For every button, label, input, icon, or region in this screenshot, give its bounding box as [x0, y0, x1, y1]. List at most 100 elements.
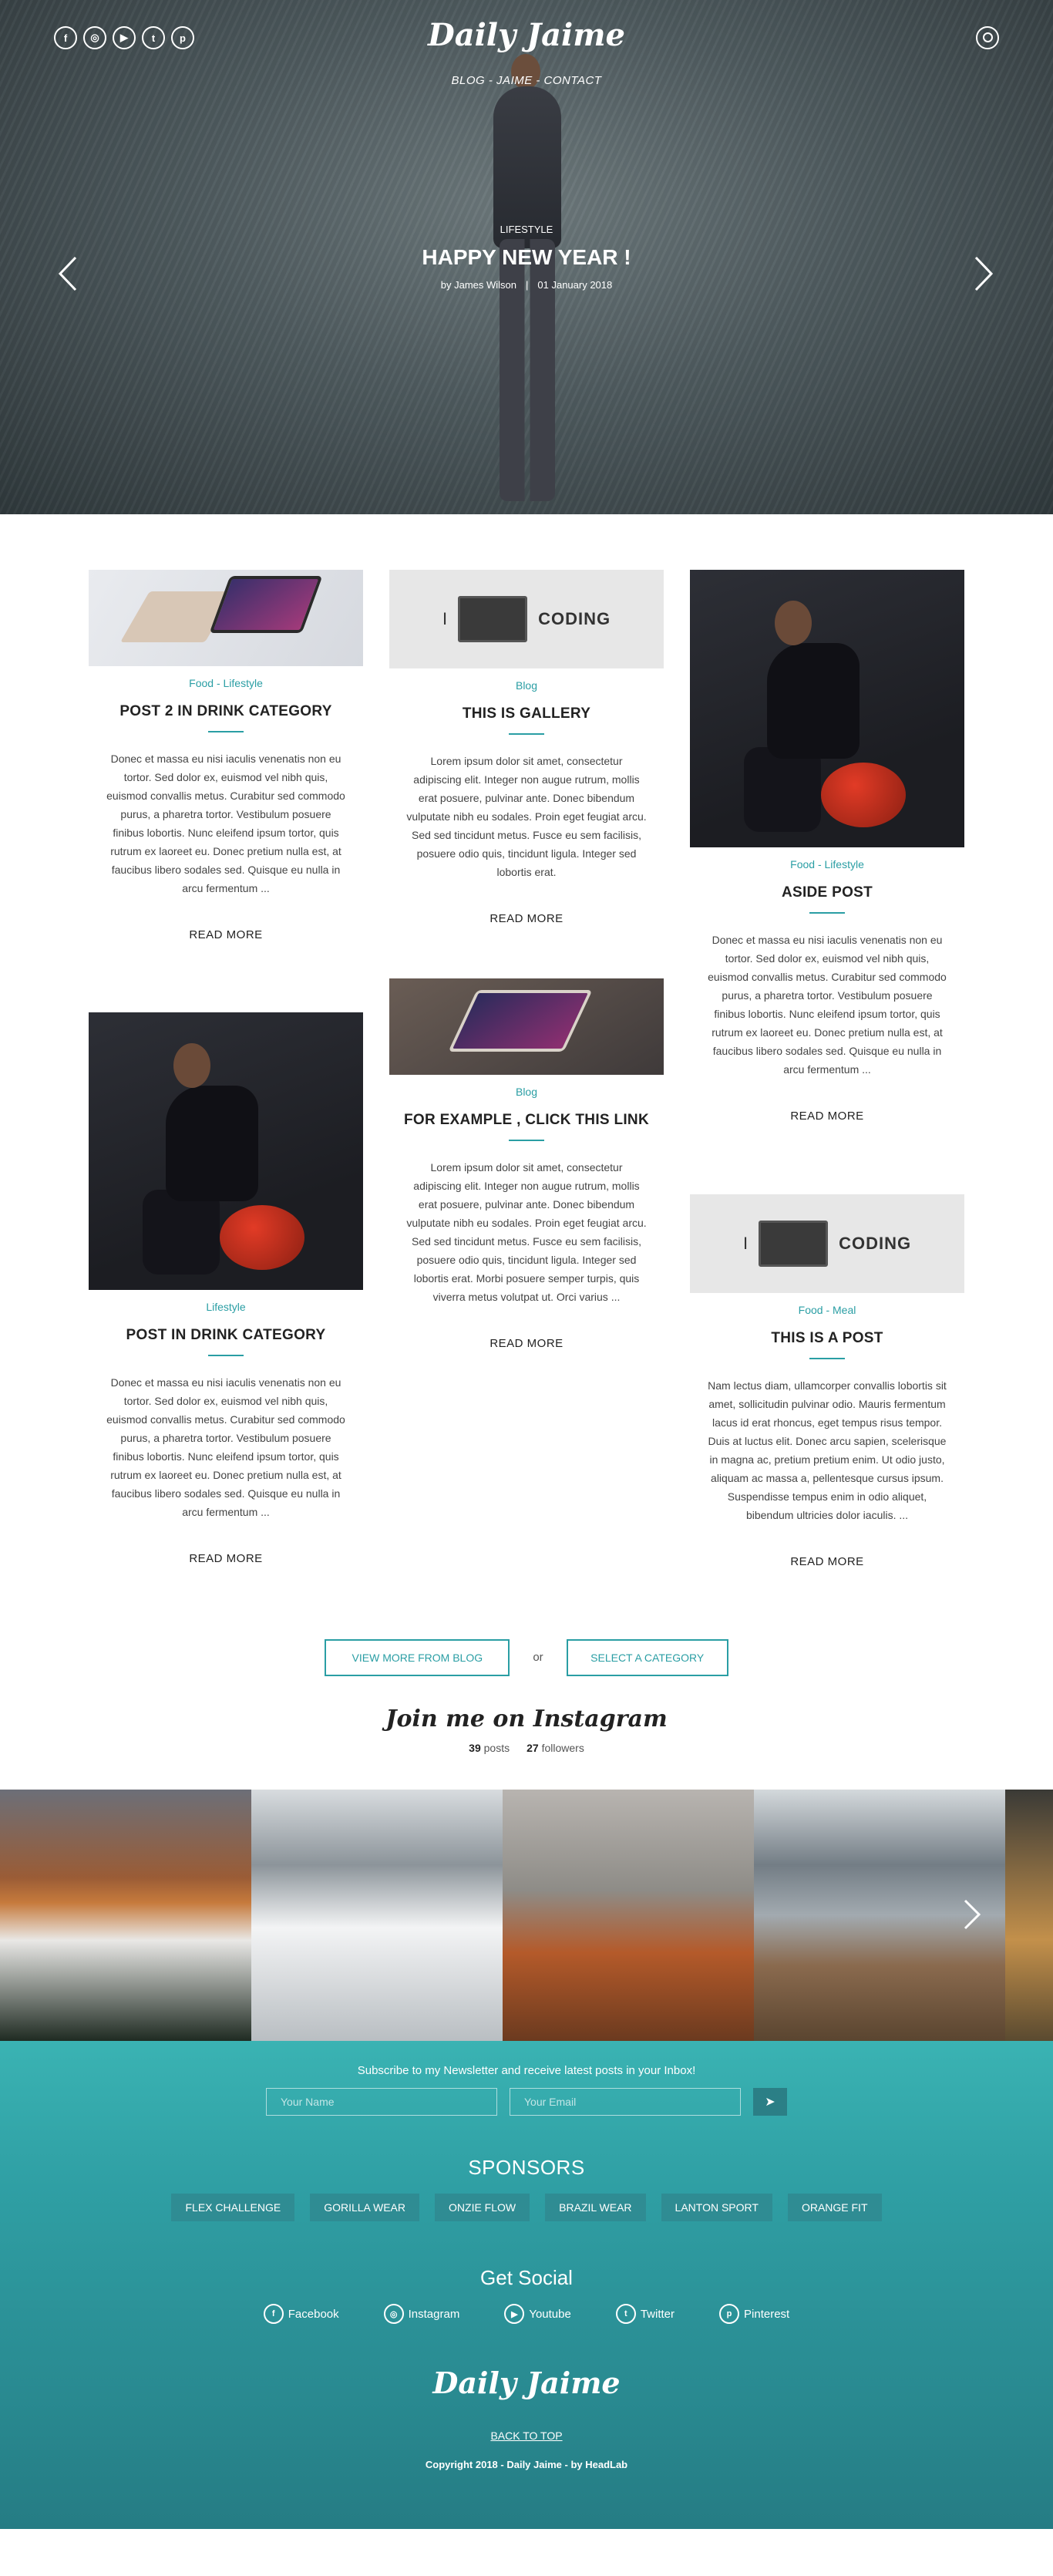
hero-slider: f ◎ ▶ t p Daily Jaime BLOG - JAIME - CON… — [0, 0, 1053, 514]
post-title[interactable]: POST 2 IN DRINK CATEGORY — [89, 703, 363, 720]
hero-date: 01 January 2018 — [537, 279, 613, 291]
post-card: Food - Lifestyle ASIDE POST Donec et mas… — [690, 570, 964, 1123]
sponsor-item[interactable]: LANTON SPORT — [661, 2194, 772, 2221]
select-category-button[interactable]: SELECT A CATEGORY — [566, 1638, 728, 1676]
get-social-title: Get Social — [480, 2266, 573, 2289]
post-title[interactable]: ASIDE POST — [690, 884, 964, 901]
youtube-icon: ▶ — [504, 2304, 525, 2324]
facebook-icon: f — [263, 2304, 284, 2324]
instagram-icon: ◎ — [383, 2304, 404, 2324]
monitor-icon — [458, 596, 528, 642]
footer: Subscribe to my Newsletter and receive l… — [0, 2041, 1053, 2529]
title-divider — [809, 1358, 845, 1359]
coding-thumb-word: CODING — [839, 1234, 912, 1253]
newsletter-form: ➤ — [0, 2088, 1053, 2116]
sponsor-item[interactable]: GORILLA WEAR — [310, 2194, 420, 2221]
site-logo[interactable]: Daily Jaime — [0, 17, 1053, 53]
post-excerpt: Lorem ipsum dolor sit amet, consectetur … — [406, 755, 647, 878]
post-thumbnail[interactable]: I CODING — [690, 1194, 964, 1293]
title-divider — [208, 1355, 244, 1356]
post-title[interactable]: THIS IS A POST — [690, 1330, 964, 1347]
main-nav[interactable]: BLOG - JAIME - CONTACT — [0, 74, 1053, 87]
sponsor-item[interactable]: BRAZIL WEAR — [545, 2194, 646, 2221]
post-title[interactable]: FOR EXAMPLE , CLICK THIS LINK — [389, 1112, 664, 1129]
post-thumbnail[interactable] — [389, 978, 664, 1075]
post-thumbnail[interactable] — [89, 570, 363, 666]
title-divider — [809, 912, 845, 914]
copyright: Copyright 2018 - Daily Jaime - by HeadLa… — [425, 2459, 628, 2470]
instagram-header: Join me on Instagram 39 posts 27 follower… — [0, 1706, 1053, 1790]
post-thumbnail[interactable]: I CODING — [389, 570, 664, 668]
blog-actions: VIEW MORE FROM BLOG or SELECT A CATEGORY — [0, 1609, 1053, 1706]
coding-thumb-word: CODING — [538, 609, 611, 628]
hero-title[interactable]: HAPPY NEW YEAR ! — [0, 245, 1053, 270]
hero-meta: by James Wilson | 01 January 2018 — [440, 279, 613, 291]
instagram-feed — [0, 1790, 1053, 2041]
title-divider — [208, 731, 244, 732]
instagram-title: Join me on Instagram — [385, 1706, 668, 1732]
post-card: Lifestyle POST IN DRINK CATEGORY Donec e… — [89, 1012, 363, 1565]
title-divider — [509, 733, 544, 735]
facebook-link[interactable]: f Facebook — [263, 2304, 339, 2324]
coding-thumb-letter: I — [442, 609, 448, 628]
post-excerpt: Donec et massa eu nisi iaculis venenatis… — [106, 1376, 345, 1518]
post-category[interactable]: Food - Lifestyle — [89, 677, 363, 689]
instagram-link[interactable]: ◎ Instagram — [383, 2304, 459, 2324]
twitter-icon: t — [615, 2304, 636, 2324]
newsletter-text: Subscribe to my Newsletter and receive l… — [357, 2064, 696, 2077]
read-more-link[interactable]: READ MORE — [389, 912, 664, 925]
sponsors-list: FLEX CHALLENGE GORILLA WEAR ONZIE FLOW B… — [0, 2194, 1053, 2221]
name-input[interactable] — [266, 2088, 497, 2116]
twitter-link[interactable]: t Twitter — [615, 2304, 675, 2324]
post-thumbnail[interactable] — [89, 1012, 363, 1290]
footer-logo[interactable]: Daily Jaime — [0, 2366, 1053, 2400]
pinterest-link[interactable]: p Pinterest — [719, 2304, 789, 2324]
read-more-link[interactable]: READ MORE — [690, 1555, 964, 1568]
post-category[interactable]: Food - Meal — [690, 1304, 964, 1316]
post-card: Food - Lifestyle POST 2 IN DRINK CATEGOR… — [89, 570, 363, 941]
instagram-photo[interactable] — [251, 1790, 503, 2041]
read-more-link[interactable]: READ MORE — [89, 1552, 363, 1565]
sponsor-item[interactable]: ONZIE FLOW — [435, 2194, 530, 2221]
instagram-photo[interactable] — [0, 1790, 251, 2041]
post-category[interactable]: Lifestyle — [89, 1301, 363, 1313]
post-category[interactable]: Blog — [389, 679, 664, 692]
title-divider — [509, 1140, 544, 1141]
sponsor-item[interactable]: FLEX CHALLENGE — [171, 2194, 295, 2221]
post-card: I CODING Food - Meal THIS IS A POST Nam l… — [690, 1194, 964, 1568]
post-excerpt: Nam lectus diam, ullamcorper convallis l… — [708, 1379, 947, 1521]
email-input[interactable] — [510, 2088, 741, 2116]
post-card: Blog FOR EXAMPLE , CLICK THIS LINK Lorem… — [389, 978, 664, 1350]
coding-thumb-letter: I — [742, 1234, 749, 1253]
post-category[interactable]: Blog — [389, 1086, 664, 1098]
post-category[interactable]: Food - Lifestyle — [690, 858, 964, 870]
monitor-icon — [759, 1221, 829, 1267]
read-more-link[interactable]: READ MORE — [690, 1110, 964, 1123]
post-excerpt: Donec et massa eu nisi iaculis venenatis… — [708, 934, 947, 1076]
hero-author: by James Wilson — [440, 279, 516, 291]
sponsor-item[interactable]: ORANGE FIT — [787, 2194, 882, 2221]
instagram-stats: 39 posts 27 followers — [469, 1742, 584, 1754]
posts-grid: Food - Lifestyle POST 2 IN DRINK CATEGOR… — [0, 514, 1053, 1609]
back-to-top-link[interactable]: BACK TO TOP — [0, 2430, 1053, 2442]
social-links: f Facebook ◎ Instagram ▶ Youtube t Twitter p… — [0, 2304, 1053, 2324]
post-card: I CODING Blog THIS IS GALLERY Lorem ipsum… — [389, 570, 664, 925]
post-excerpt: Lorem ipsum dolor sit amet, consectetur … — [406, 1161, 647, 1303]
instagram-next-arrow-icon[interactable] — [962, 1897, 982, 1931]
instagram-photo[interactable] — [1005, 1790, 1053, 2041]
instagram-photo[interactable] — [503, 1790, 754, 2041]
search-icon[interactable] — [976, 26, 999, 49]
read-more-link[interactable]: READ MORE — [389, 1337, 664, 1350]
read-more-link[interactable]: READ MORE — [89, 928, 363, 941]
view-more-button[interactable]: VIEW MORE FROM BLOG — [325, 1638, 510, 1676]
post-title[interactable]: THIS IS GALLERY — [389, 705, 664, 722]
send-icon[interactable]: ➤ — [753, 2088, 787, 2116]
post-thumbnail[interactable] — [690, 570, 964, 847]
post-title[interactable]: POST IN DRINK CATEGORY — [89, 1327, 363, 1344]
sponsors-title: SPONSORS — [468, 2156, 585, 2179]
post-excerpt: Donec et massa eu nisi iaculis venenatis… — [106, 753, 345, 894]
pinterest-icon: p — [719, 2304, 740, 2324]
or-label: or — [533, 1651, 543, 1664]
hero-category[interactable]: LIFESTYLE — [0, 224, 1053, 235]
youtube-link[interactable]: ▶ Youtube — [504, 2304, 571, 2324]
